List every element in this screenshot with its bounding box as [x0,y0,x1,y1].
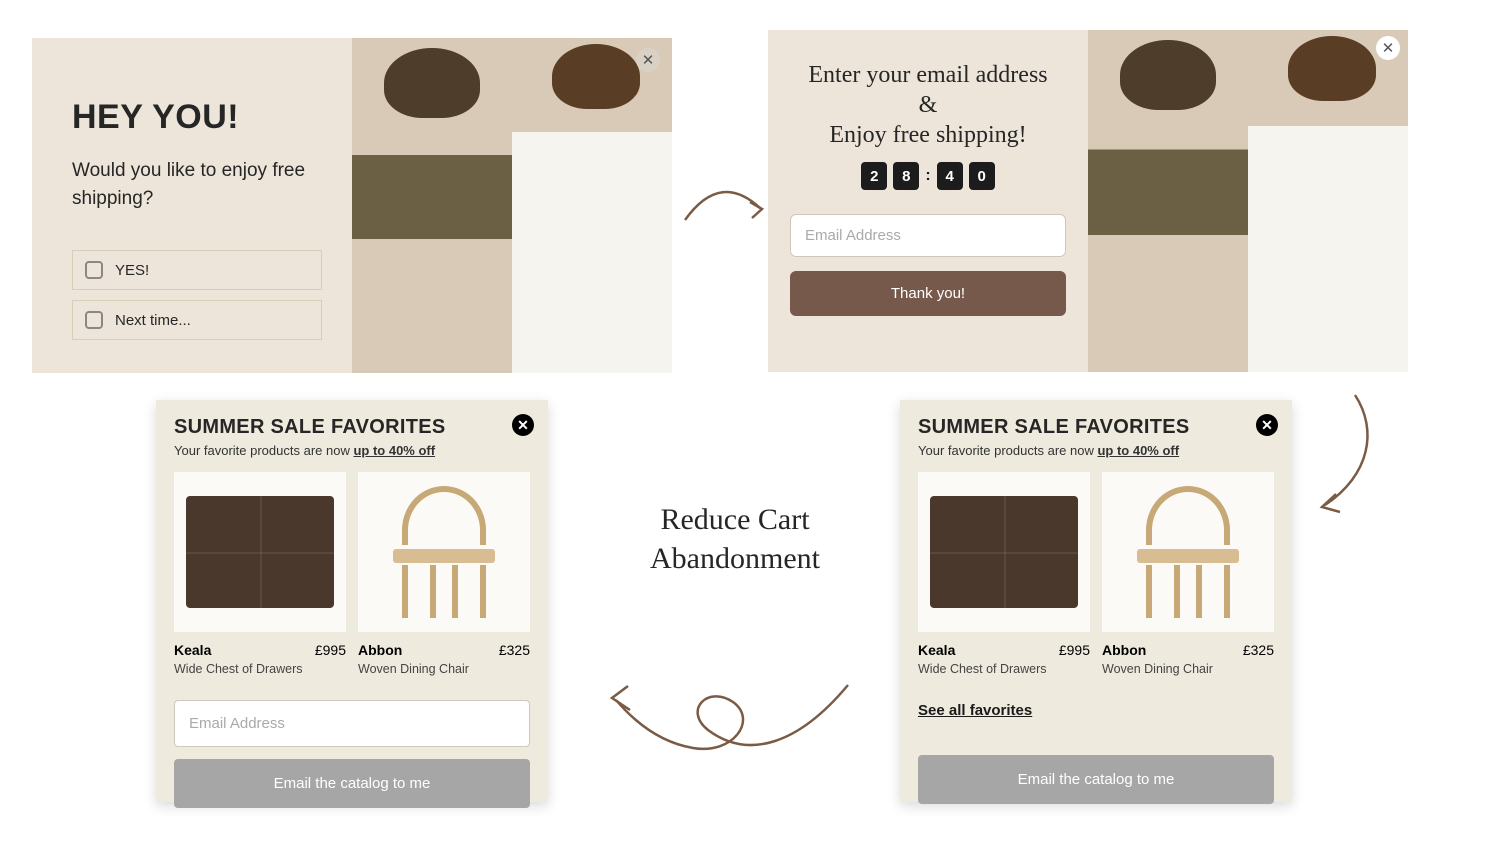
sale-title: SUMMER SALE FAVORITES [918,416,1274,439]
option-label: YES! [115,262,149,279]
product-desc: Woven Dining Chair [1102,662,1274,676]
arrow-icon [680,180,770,240]
product-desc: Wide Chest of Drawers [174,662,346,676]
popup-b-headline: Enter your email address & Enjoy free sh… [790,60,1066,150]
arrow-icon [1300,390,1380,520]
product-thumb-dresser [174,472,346,632]
product-price: £995 [1059,642,1090,658]
timer-colon: : [925,167,930,185]
models-illustration [352,38,672,373]
email-catalog-button[interactable]: Email the catalog to me [174,759,530,808]
close-icon[interactable]: ✕ [512,414,534,436]
product-name: Keala [174,642,211,658]
product-thumb-dresser [918,472,1090,632]
product-thumb-chair [1102,472,1274,632]
popup-a-image: ✕ [352,38,672,373]
close-icon[interactable]: ✕ [1376,36,1400,60]
timer-digit: 4 [937,162,963,190]
product-desc: Wide Chest of Drawers [918,662,1090,676]
product-card[interactable]: Keala £995 Wide Chest of Drawers [174,472,346,676]
popup-a-content: HEY YOU! Would you like to enjoy free sh… [32,38,352,373]
product-price: £325 [1243,642,1274,658]
checkbox-icon [85,311,103,329]
option-next-time[interactable]: Next time... [72,300,322,340]
email-catalog-button[interactable]: Email the catalog to me [918,755,1274,804]
product-name: Keala [918,642,955,658]
timer-digit: 0 [969,162,995,190]
product-card[interactable]: Abbon £325 Woven Dining Chair [358,472,530,676]
product-grid: Keala £995 Wide Chest of Drawers Abbon £… [156,464,548,684]
sale-title: SUMMER SALE FAVORITES [174,416,530,439]
checkbox-icon [85,261,103,279]
popup-email-timer: Enter your email address & Enjoy free sh… [768,30,1408,372]
popup-a-question: Would you like to enjoy free shipping? [72,157,322,212]
center-caption: Reduce Cart Abandonment [595,500,875,578]
timer-digit: 8 [893,162,919,190]
popup-b-image [1088,30,1408,372]
popup-hey-you: HEY YOU! Would you like to enjoy free sh… [32,38,672,373]
popup-b-content: Enter your email address & Enjoy free sh… [768,30,1088,372]
submit-button[interactable]: Thank you! [790,271,1066,316]
option-yes[interactable]: YES! [72,250,322,290]
email-input[interactable] [790,214,1066,257]
product-price: £995 [315,642,346,658]
product-card[interactable]: Keala £995 Wide Chest of Drawers [918,472,1090,676]
sale-card-with-link: SUMMER SALE FAVORITES Your favorite prod… [900,400,1292,802]
product-price: £325 [499,642,530,658]
product-thumb-chair [358,472,530,632]
popup-a-title: HEY YOU! [72,98,322,137]
models-illustration [1088,30,1408,372]
option-label: Next time... [115,312,191,329]
product-desc: Woven Dining Chair [358,662,530,676]
popup-a-options: YES! Next time... [72,250,322,340]
product-name: Abbon [1102,642,1146,658]
timer-digit: 2 [861,162,887,190]
arrow-curl-icon [598,660,858,780]
email-input[interactable] [174,700,530,747]
sale-card-with-email: SUMMER SALE FAVORITES Your favorite prod… [156,400,548,802]
product-name: Abbon [358,642,402,658]
sale-subtitle: Your favorite products are now up to 40%… [918,443,1274,458]
see-all-favorites-link[interactable]: See all favorites [900,692,1292,719]
sale-subtitle: Your favorite products are now up to 40%… [174,443,530,458]
product-card[interactable]: Abbon £325 Woven Dining Chair [1102,472,1274,676]
close-icon[interactable]: ✕ [1256,414,1278,436]
countdown-timer: 2 8 : 4 0 [790,162,1066,190]
product-grid: Keala £995 Wide Chest of Drawers Abbon £… [900,464,1292,684]
close-icon[interactable]: ✕ [636,48,660,72]
